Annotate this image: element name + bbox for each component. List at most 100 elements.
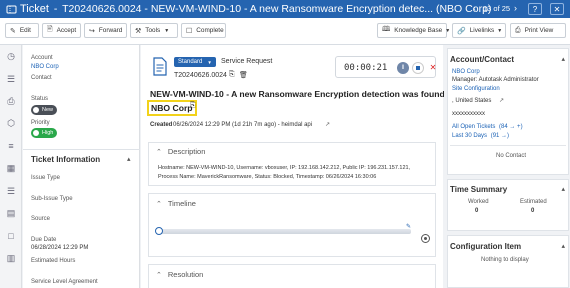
worked-label: Worked (468, 199, 489, 205)
issue-type-label: Issue Type (31, 175, 60, 181)
paperclip-icon[interactable]: ⎙ (5, 95, 17, 107)
ticket-info-divider (23, 149, 140, 150)
grid-icon[interactable]: ▦ (5, 162, 17, 174)
tag-icon[interactable]: ⬡ (5, 117, 17, 129)
chevron-up-icon: ⌃ (156, 200, 162, 208)
manager-text: Manager: Autotask Administrator (452, 77, 539, 83)
due-date-label: Due Date (31, 237, 57, 243)
estimated-label: Estimated (520, 199, 547, 205)
sliders-icon[interactable]: ☰ (5, 185, 17, 197)
timer-display: 00:00:21 (344, 63, 388, 73)
last-30-days-row[interactable]: Last 30 Days (91 →) (452, 133, 509, 139)
complete-button[interactable]: ☐ Complete (181, 23, 226, 38)
stop-button[interactable] (412, 62, 424, 74)
estimated-value: 0 (531, 208, 535, 214)
country-text: , United States (452, 98, 492, 104)
copy-icon[interactable]: ⎘ (229, 71, 235, 79)
map-icon[interactable]: ↗ (499, 97, 504, 104)
edit-button[interactable]: ✎ Edit (5, 23, 39, 38)
description-line-2: Process Name: MaverickRansomware, Status… (158, 174, 377, 180)
account-name-link[interactable]: NBO Corp (452, 69, 480, 75)
collapse-icon[interactable]: ▴ (561, 55, 565, 63)
prev-icon[interactable]: ‹ (473, 3, 476, 13)
site-configuration-link[interactable]: Site Configuration (452, 86, 500, 92)
copy-icon[interactable]: ⎘ (190, 102, 196, 110)
collapse-icon[interactable]: ▴ (561, 242, 565, 250)
toolbar: ✎ Edit 🖹 Accept ↪ Forward ⚒ Tools ▼ ☐ Complete… (0, 18, 570, 45)
tools-icon: ⚒ (135, 27, 142, 35)
ticket-category-dropdown[interactable]: Standard ▼ (174, 57, 216, 67)
no-contact-text: No Contact (496, 153, 527, 159)
sub-issue-type-label: Sub-Issue Type (31, 196, 73, 202)
priority-dot-icon (33, 130, 39, 136)
close-icon[interactable]: ✕ (550, 3, 564, 15)
tools-button[interactable]: ⚒ Tools ▼ (130, 23, 178, 38)
ticket-main: Standard ▼ Service Request T20240626.0024… (141, 45, 450, 288)
forward-button[interactable]: ↪ Forward (84, 23, 127, 38)
accept-button[interactable]: 🖹 Accept (42, 23, 81, 38)
chevron-down-icon: ▼ (164, 27, 170, 34)
pencil-icon[interactable]: ✎ (406, 223, 411, 230)
next-icon[interactable]: › (514, 3, 517, 13)
chevron-up-icon: ⌃ (156, 271, 162, 279)
left-rail: ◷ ☰ ⎙ ⬡ ≡ ▦ ☰ ▤ □ ▥ (0, 45, 22, 288)
ticket-heading: NEW-VM-WIND-10 - A new Ransomware Encryp… (150, 89, 450, 99)
ticket-info-heading: Ticket Information (31, 155, 101, 164)
account-label: Account (31, 55, 53, 61)
priority-label: Priority (31, 120, 50, 126)
resolution-header[interactable]: ⌃ Resolution (156, 270, 203, 279)
chevron-down-icon: ▼ (445, 27, 451, 34)
ticket-type: Service Request (221, 58, 273, 65)
configuration-item-heading: Configuration Item (450, 242, 522, 251)
pencil-icon: ✎ (10, 27, 16, 35)
chevron-down-icon: ▼ (207, 59, 212, 65)
timeline-header[interactable]: ⌃ Timeline (156, 199, 196, 208)
ticket-number: T20240626.0024 (174, 72, 227, 79)
phone-masked: xxxxxxxxxxx (452, 111, 485, 117)
sla-label: Service Level Agreement (31, 279, 98, 285)
calendar-icon[interactable]: ▤ (5, 207, 17, 219)
forward-icon: ↪ (89, 27, 95, 35)
open-tickets-row[interactable]: All Open Tickets (84 → +) (452, 124, 523, 130)
trash-icon[interactable]: 🗑 (239, 71, 248, 79)
accept-icon: 🖹 (47, 26, 53, 33)
collapse-icon[interactable]: ▴ (561, 185, 565, 193)
account-link[interactable]: NBO Corp (31, 64, 59, 70)
account-contact-heading: Account/Contact (450, 55, 514, 64)
description-line-1: Hostname: NEW-VM-WIND-10, Username: vbox… (158, 165, 411, 171)
description-header[interactable]: ⌃ Description (156, 147, 205, 156)
page-title: T20240626.0024 - NEW-VM-WIND-10 - A new … (62, 3, 492, 15)
time-summary-heading: Time Summary (450, 185, 508, 194)
link-icon: 🔗 (457, 27, 466, 35)
divider (450, 145, 566, 146)
timeline-track (158, 229, 411, 234)
source-label: Source (31, 216, 51, 222)
arrow-right-icon: → (509, 124, 516, 130)
cancel-icon[interactable]: ✕ (427, 61, 439, 74)
right-panel: Account/Contact ▴ NBO Corp Manager: Auto… (444, 45, 570, 288)
collapse-icon[interactable]: ▴ (127, 155, 131, 163)
document-icon[interactable]: ☰ (5, 73, 17, 85)
livelinks-button[interactable]: 🔗 Livelinks ▼ (452, 23, 506, 38)
created-value: 06/26/2024 12:29 PM (1d 21h 7m ago) - he… (173, 122, 313, 128)
worked-value: 0 (475, 208, 479, 214)
title-bar: Ticket - T20240626.0024 - NEW-VM-WIND-10… (0, 0, 570, 18)
ticket-details-panel: Account NBO Corp Contact Status New Prio… (23, 45, 140, 288)
external-link-icon[interactable]: ↗ (325, 121, 330, 128)
book-icon: 🕮 (382, 26, 391, 33)
printer-icon: ⎙ (515, 26, 521, 34)
due-date-value: 06/28/2024 12:29 PM (31, 245, 89, 251)
pause-button[interactable]: ‖ (397, 62, 409, 74)
target-icon[interactable] (421, 234, 430, 243)
clipboard-icon[interactable]: ▥ (5, 252, 17, 264)
print-view-button[interactable]: ⎙ Print View (510, 23, 566, 38)
note-icon[interactable]: □ (5, 230, 17, 242)
help-icon[interactable]: ? (528, 3, 542, 15)
status-badge[interactable]: New (31, 105, 58, 115)
knowledge-base-button[interactable]: 🕮 Knowledge Base ▼ (377, 23, 451, 38)
status-dot-icon (33, 107, 39, 113)
clock-icon[interactable]: ◷ (5, 50, 17, 62)
priority-badge[interactable]: High (31, 128, 58, 138)
nothing-to-display-text: Nothing to display (481, 257, 529, 263)
list-icon[interactable]: ≡ (5, 140, 17, 152)
